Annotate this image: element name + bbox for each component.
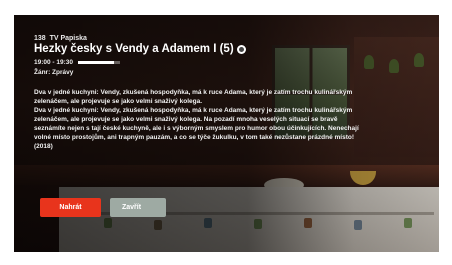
program-progress-fill <box>78 61 114 64</box>
close-button[interactable]: Zavřít <box>110 198 166 217</box>
channel-name: TV Papiska <box>49 35 87 42</box>
tv-screen: 138 TV Papiska Hezky česky s Vendy a Ada… <box>14 15 439 252</box>
program-genre: Žánr: Zprávy <box>34 69 74 76</box>
program-time: 19:00 - 19:30 <box>34 59 74 66</box>
record-button[interactable]: Nahrát <box>40 198 101 217</box>
info-circle-icon <box>236 44 246 54</box>
program-title-row: Hezky česky s Vendy a Adamem I (5) <box>34 43 414 55</box>
program-info-panel: 138 TV Papiska Hezky česky s Vendy a Ada… <box>34 35 414 151</box>
description-paragraph: Dva v jedné kuchyni: Vendy, zkušená hosp… <box>34 107 359 150</box>
program-description: Dva v jedné kuchyni: Vendy, zkušená hosp… <box>34 88 364 151</box>
time-row: 19:00 - 19:30 <box>34 59 414 66</box>
description-paragraph: Dva v jedné kuchyni: Vendy, zkušená hosp… <box>34 89 353 105</box>
program-progress-bar <box>78 61 121 64</box>
program-title: Hezky česky s Vendy a Adamem I (5) <box>34 43 234 55</box>
channel-number: 138 <box>34 35 46 42</box>
channel-line: 138 TV Papiska <box>34 35 414 42</box>
